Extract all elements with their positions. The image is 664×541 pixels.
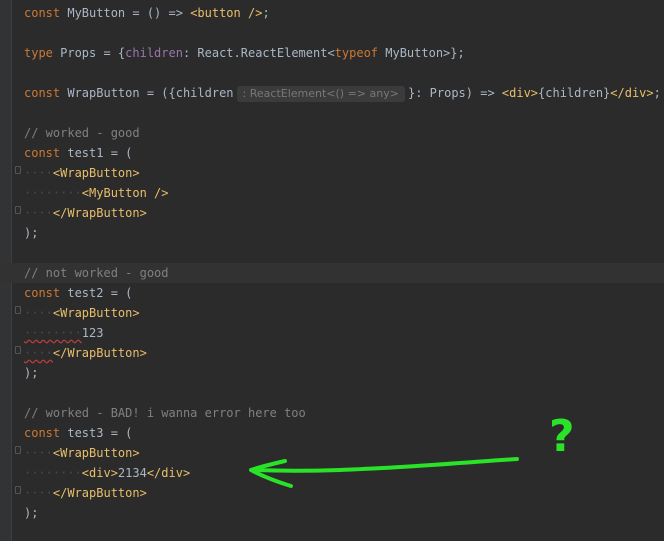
keyword-typeof: typeof [334,46,386,60]
code-text: : React.ReactElement< [182,46,335,60]
code-text: ); [24,226,39,240]
code-line-1: const MyButton = () => <button />; [24,3,664,23]
code-line-8: const test1 = ( [24,143,664,163]
fold-marker[interactable] [15,446,21,454]
identifier: Props = { [60,46,126,60]
whitespace-dots: ········ [24,186,82,200]
fold-marker[interactable] [15,306,21,314]
property-name: children [125,46,183,60]
identifier: MyButton [385,46,444,60]
code-line-16: ····<WrapButton> [24,303,664,323]
code-text: >}; [443,46,465,60]
jsx-tag: </WrapButton> [52,206,147,220]
code-line-15: const test2 = ( [24,283,664,303]
whitespace-dots: ···· [24,306,53,320]
code-comment: // worked - BAD! i wanna error here too [24,406,306,420]
code-line-10: ········<MyButton /> [24,183,664,203]
code-text: {children} [538,86,611,100]
code-line-18: ····</WrapButton> [24,343,664,363]
whitespace-dots: ···· [24,446,53,460]
error-squiggle: ········ [24,326,82,340]
whitespace-dots: ···· [24,206,53,220]
keyword-const: const [24,6,68,20]
error-squiggle: ···· [24,346,53,360]
code-text: = () => [125,6,191,20]
code-line-7: // worked - good [24,123,664,143]
code-comment: // worked - good [24,126,140,140]
whitespace-dots: ···· [24,486,53,500]
code-text: test2 = ( [67,286,133,300]
code-comment: // not worked - good [24,266,169,280]
jsx-tag: <WrapButton> [52,306,140,320]
jsx-tag: <div> [81,466,118,480]
code-line-26: ); [24,503,664,523]
code-line-17: ········123 [24,323,664,343]
keyword-const: const [24,86,68,100]
jsx-tag: <div> [501,86,539,100]
code-line-25: ····</WrapButton> [24,483,664,503]
code-text: ; [262,6,270,20]
code-line-21: // worked - BAD! i wanna error here too [24,403,664,423]
code-line-5: const WrapButton = ({children: ReactElem… [24,83,664,103]
code-line-11: ····</WrapButton> [24,203,664,223]
identifier: MyButton [67,6,126,20]
jsx-tag: <WrapButton> [52,166,140,180]
code-text: }: Props) => [407,86,502,100]
identifier: WrapButton [67,86,140,100]
code-line-14: // not worked - good [0,263,664,283]
whitespace-dots: ········ [24,466,82,480]
code-line-19: ); [24,363,664,383]
jsx-tag: </div> [146,466,191,480]
jsx-tag: <MyButton /> [81,186,169,200]
jsx-tag: <WrapButton> [52,446,140,460]
code-text: ; [653,86,661,100]
code-line-24: ········<div>2134</div> [24,463,664,483]
keyword-type: type [24,46,61,60]
code-text: = ({children [139,86,234,100]
type-inlay-hint: : ReactElement<() => any> [236,86,405,102]
fold-marker[interactable] [15,486,21,494]
code-line-12: ); [24,223,664,243]
code-text: 2134 [117,466,147,480]
jsx-tag: <button /> [190,6,263,20]
code-text: 123 [81,326,104,340]
whitespace-dots: ···· [24,166,53,180]
jsx-tag: </div> [610,86,654,100]
code-text: ); [24,366,39,380]
keyword-const: const [24,146,68,160]
code-line-3: type Props = {children: React.ReactEleme… [24,43,664,63]
code-text: test3 = ( [67,426,133,440]
code-text: test1 = ( [67,146,133,160]
code-line-9: ····<WrapButton> [24,163,664,183]
jsx-tag: </WrapButton> [52,486,147,500]
code-line-22: const test3 = ( [24,423,664,443]
code-line-23: ····<WrapButton> [24,443,664,463]
keyword-const: const [24,426,68,440]
fold-marker[interactable] [15,346,21,354]
keyword-const: const [24,286,68,300]
fold-marker[interactable] [15,166,21,174]
jsx-tag: </WrapButton> [52,346,147,360]
code-text: ); [24,506,39,520]
code-editor[interactable]: const MyButton = () => <button />; type … [0,0,664,541]
fold-marker[interactable] [15,206,21,214]
